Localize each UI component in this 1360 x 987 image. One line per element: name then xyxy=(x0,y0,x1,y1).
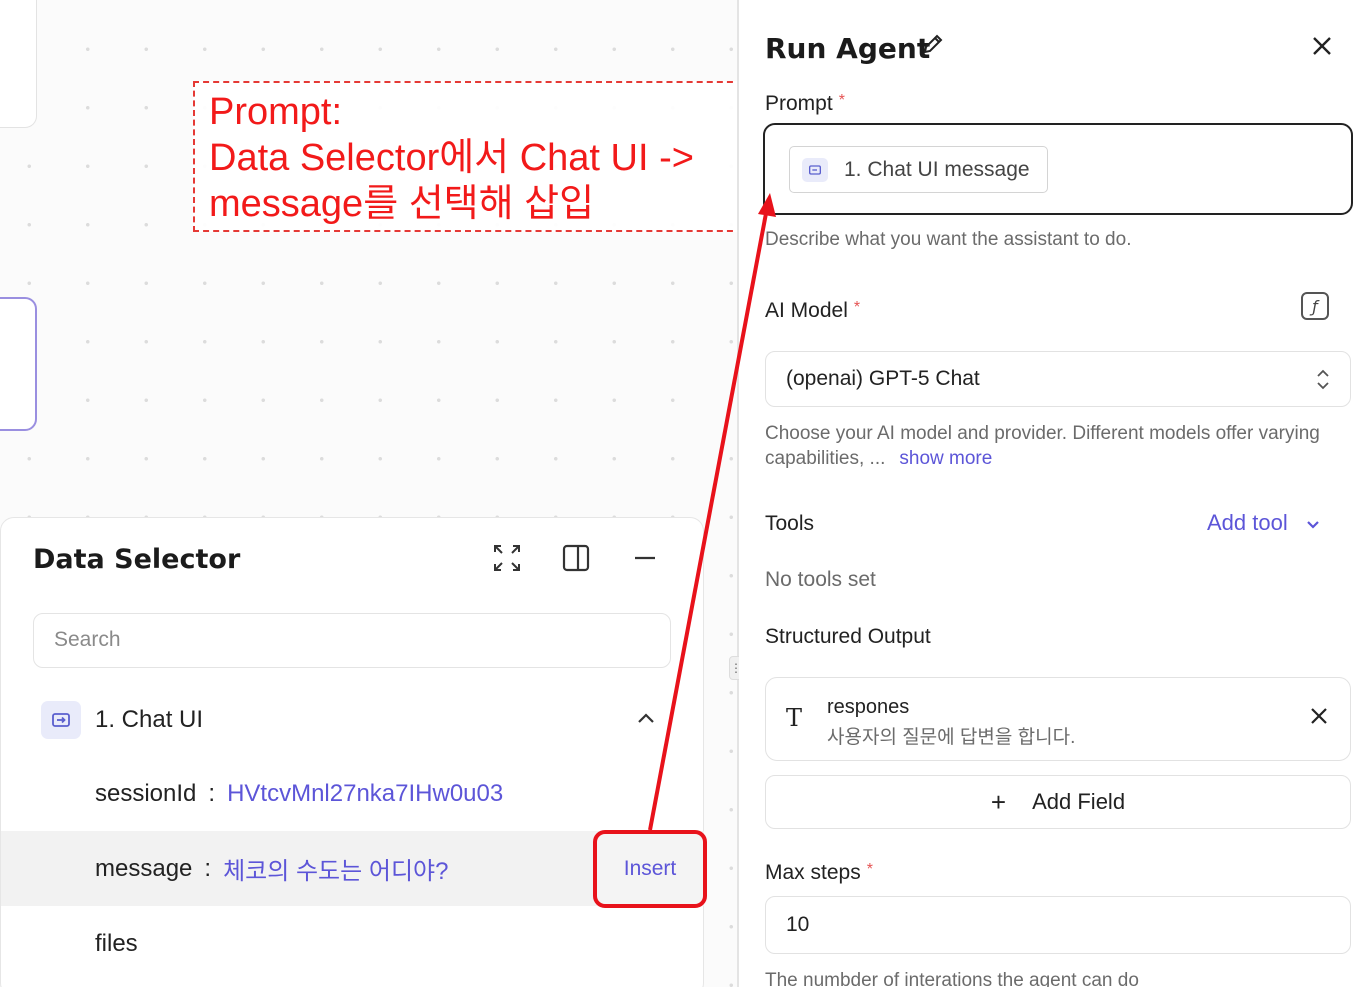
chip-label: 1. Chat UI message xyxy=(844,157,1030,181)
prompt-variable-chip[interactable]: 1. Chat UI message xyxy=(789,146,1048,193)
ai-model-select[interactable]: (openai) GPT-5 Chat xyxy=(765,351,1351,407)
ai-model-value: (openai) GPT-5 Chat xyxy=(786,367,980,390)
data-row-sessionid[interactable]: sessionId : HVtcvMnl27nka7IHw0u03 xyxy=(1,756,704,831)
chat-ui-icon xyxy=(41,701,81,739)
add-tool-button[interactable]: Add tool xyxy=(1207,510,1320,536)
group-chat-ui[interactable]: 1. Chat UI xyxy=(41,701,661,739)
row-value: HVtcvMnl27nka7IHw0u03 xyxy=(227,779,504,807)
search-input[interactable]: Search xyxy=(33,613,671,668)
output-field-card[interactable]: T respones 사용자의 질문에 답변을 합니다. xyxy=(765,677,1351,761)
function-icon[interactable]: ƒ xyxy=(1301,292,1329,320)
canvas-node[interactable] xyxy=(0,0,37,128)
prompt-hint: Describe what you want the assistant to … xyxy=(765,229,1132,250)
updown-chevron-icon xyxy=(1316,352,1330,428)
required-marker: * xyxy=(838,92,845,109)
ai-model-label: AI Model * xyxy=(765,299,860,323)
row-value: 체코의 수도는 어디야? xyxy=(223,858,449,885)
required-marker: * xyxy=(853,299,861,316)
row-key: sessionId xyxy=(95,779,197,807)
ai-model-hint: Choose your AI model and provider. Diffe… xyxy=(765,421,1320,471)
callout-line-1: Prompt: xyxy=(209,91,343,133)
plus-icon: + xyxy=(990,786,1007,817)
data-selector-title: Data Selector xyxy=(33,544,241,575)
expand-icon[interactable] xyxy=(489,540,525,576)
group-label: 1. Chat UI xyxy=(95,706,204,733)
row-key: message xyxy=(95,854,193,882)
run-agent-panel: Run Agent Prompt * 1. Chat UI message Des… xyxy=(739,0,1360,987)
show-more-link[interactable]: show more xyxy=(899,448,992,469)
add-field-label: Add Field xyxy=(1032,789,1126,814)
prompt-label-text: Prompt xyxy=(765,92,833,115)
row-separator: : xyxy=(204,854,212,882)
max-steps-label: Max steps * xyxy=(765,861,873,885)
prompt-input[interactable]: 1. Chat UI message xyxy=(763,123,1353,215)
field-name: respones xyxy=(827,696,910,718)
pencil-icon[interactable] xyxy=(921,32,945,63)
remove-field-icon[interactable] xyxy=(1310,702,1328,732)
callout-line-2: Data Selector에서 Chat UI -> xyxy=(209,137,694,179)
side-panel-icon[interactable] xyxy=(558,540,594,576)
panel-title: Run Agent xyxy=(765,32,931,65)
insert-button[interactable]: Insert xyxy=(593,830,707,908)
max-steps-label-text: Max steps xyxy=(765,861,861,884)
add-field-button[interactable]: + Add Field xyxy=(765,775,1351,829)
minimize-icon[interactable] xyxy=(627,540,663,576)
add-tool-label: Add tool xyxy=(1207,510,1288,535)
required-marker: * xyxy=(866,861,873,878)
max-steps-hint: The numbder of interations the agent can… xyxy=(765,970,1139,987)
canvas-node-selected[interactable] xyxy=(0,297,37,431)
ai-model-hint-line2: capabilities, ... xyxy=(765,448,886,469)
tools-label: Tools xyxy=(765,512,815,535)
text-type-icon: T xyxy=(786,704,803,732)
annotation-callout: Prompt: Data Selector에서 Chat UI -> messa… xyxy=(193,81,743,232)
ai-model-label-text: AI Model xyxy=(765,299,848,322)
close-icon[interactable] xyxy=(1311,30,1333,65)
chevron-up-icon[interactable] xyxy=(637,705,655,729)
max-steps-input[interactable]: 10 xyxy=(765,896,1351,954)
data-row-files[interactable]: files xyxy=(1,906,704,981)
row-key: files xyxy=(95,929,138,957)
data-selector-panel: Data Selector Search 1. Chat UI sessionI… xyxy=(0,517,707,987)
row-separator: : xyxy=(208,779,216,807)
structured-output-label: Structured Output xyxy=(765,625,931,648)
ai-model-hint-line1: Choose your AI model and provider. Diffe… xyxy=(765,423,1320,444)
chevron-down-icon xyxy=(1302,517,1320,534)
callout-line-3: message를 선택해 삽입 xyxy=(209,183,595,225)
prompt-label: Prompt * xyxy=(765,92,845,116)
chat-ui-icon xyxy=(802,157,828,182)
no-tools-text: No tools set xyxy=(765,568,876,591)
workflow-canvas[interactable]: Prompt: Data Selector에서 Chat UI -> messa… xyxy=(0,0,743,987)
field-description: 사용자의 질문에 답변을 합니다. xyxy=(827,727,1076,748)
